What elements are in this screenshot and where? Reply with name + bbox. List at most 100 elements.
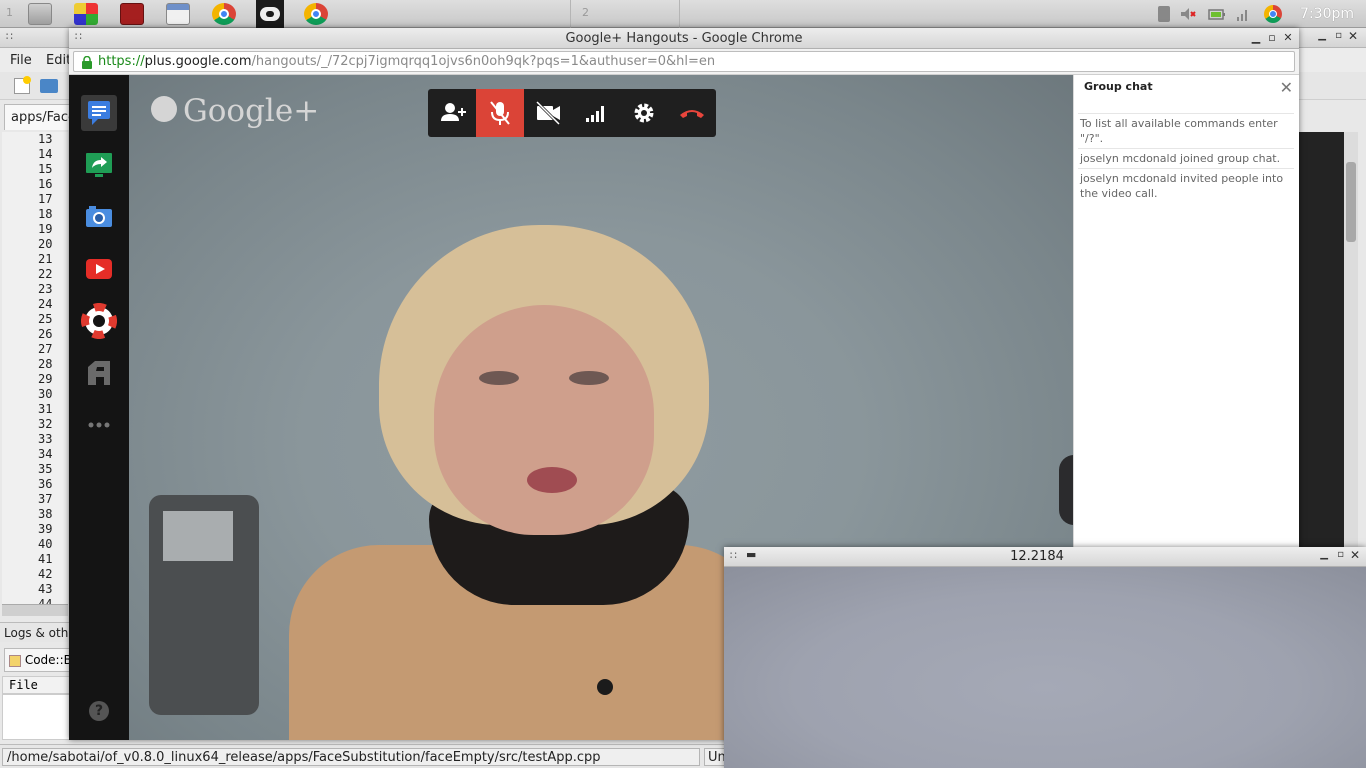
- new-file-icon[interactable]: [14, 76, 31, 94]
- line-number: 13: [38, 132, 53, 146]
- logs-tab-codeblocks[interactable]: Code::Blocks: [4, 648, 70, 672]
- logs-body: [2, 694, 70, 740]
- signal-icon[interactable]: [1236, 6, 1250, 22]
- open-folder-icon[interactable]: [40, 79, 58, 93]
- minimize-icon[interactable]: ▁: [1320, 549, 1328, 560]
- youtube-icon[interactable]: [81, 251, 117, 287]
- eye-right: [569, 371, 609, 385]
- ide-minimize-icon[interactable]: ▁: [1318, 30, 1326, 41]
- chat-message: joselyn mcdonald invited people into the…: [1078, 168, 1294, 203]
- line-number: 42: [38, 567, 53, 581]
- logs-tab-label: Code::Blocks: [24, 653, 69, 667]
- menu-file[interactable]: File: [10, 53, 32, 68]
- ide-statusbar: /home/sabotai/of_v0.8.0_linux64_release/…: [0, 744, 728, 768]
- minimize-icon[interactable]: ▁: [1249, 31, 1263, 45]
- camera-icon[interactable]: [81, 199, 117, 235]
- chat-icon[interactable]: [81, 95, 117, 131]
- bandwidth-icon[interactable]: [572, 89, 620, 137]
- maximize-icon[interactable]: ▫: [1265, 31, 1279, 45]
- line-number: 32: [38, 417, 53, 431]
- lock-icon: [82, 56, 92, 69]
- line-number: 29: [38, 372, 53, 386]
- line-number: 16: [38, 177, 53, 191]
- clock[interactable]: 7:30pm: [1300, 6, 1354, 22]
- line-number: 19: [38, 222, 53, 236]
- editor-hscrollbar[interactable]: [2, 604, 68, 616]
- help-button[interactable]: ?: [89, 701, 109, 721]
- chrome-tray-icon[interactable]: [1264, 5, 1282, 23]
- ide-close-icon[interactable]: ✕: [1348, 29, 1358, 43]
- color-app-icon[interactable]: [74, 3, 98, 25]
- line-number: 34: [38, 447, 53, 461]
- line-number: 27: [38, 342, 53, 356]
- camera-off-icon[interactable]: [524, 89, 572, 137]
- maximize-icon[interactable]: ▫: [1337, 549, 1344, 560]
- lifebuoy-icon[interactable]: [81, 303, 117, 339]
- scroll-thumb[interactable]: [1346, 162, 1356, 242]
- url-input[interactable]: https://plus.google.com/hangouts/_/72cpj…: [73, 51, 1295, 72]
- google-plus-logo: Google+: [151, 93, 319, 131]
- chrome-icon[interactable]: [212, 3, 236, 25]
- window-icon[interactable]: [166, 3, 190, 25]
- editor-right-area: [1298, 132, 1344, 602]
- line-number: 35: [38, 462, 53, 476]
- add-person-icon[interactable]: [428, 89, 476, 137]
- files-icon[interactable]: [28, 3, 52, 25]
- app-rail: ?: [69, 75, 129, 740]
- mic-muted-icon[interactable]: [476, 89, 524, 137]
- close-icon[interactable]: ✕: [1350, 548, 1360, 562]
- float-title: 12.2184: [1010, 549, 1064, 564]
- red-app-icon[interactable]: [120, 3, 144, 25]
- call-toolbar: [428, 89, 716, 137]
- chrome-icon-active[interactable]: [304, 3, 328, 25]
- line-number: 43: [38, 582, 53, 596]
- chat-close-icon[interactable]: ✕: [1280, 78, 1293, 97]
- logs-column-file[interactable]: File: [2, 676, 70, 694]
- workspace-1[interactable]: 1: [6, 6, 13, 19]
- editor-tab[interactable]: apps/FaceSubstitution: [4, 104, 72, 130]
- volume-muted-icon[interactable]: [1180, 6, 1196, 22]
- url-host: plus.google.com: [144, 54, 252, 69]
- editor-vscrollbar[interactable]: [1344, 132, 1358, 602]
- group-chat-panel: Group chat ✕ To list all available comma…: [1073, 75, 1299, 549]
- mouth: [527, 467, 577, 493]
- line-number: 17: [38, 192, 53, 206]
- float-titlebar[interactable]: ∷ ▬ 12.2184 ▁ ▫ ✕: [724, 547, 1366, 567]
- close-icon[interactable]: ✕: [1281, 31, 1295, 45]
- line-number: 33: [38, 432, 53, 446]
- screenshare-icon[interactable]: [81, 147, 117, 183]
- openframeworks-icon[interactable]: [256, 0, 284, 28]
- line-number-gutter: 13 14 15 16 17 18 19 20 21 22 23 24 25 26 27 28 29 30 31 32…: [2, 132, 68, 604]
- hangup-icon[interactable]: [668, 89, 716, 137]
- logs-panel-title: Logs & others: [0, 622, 70, 642]
- logo-text: Google+: [183, 93, 320, 129]
- eye-left: [479, 371, 519, 385]
- ide-maximize-icon[interactable]: ▫: [1335, 30, 1342, 41]
- battery-icon[interactable]: [1208, 6, 1226, 22]
- drag-handle-icon[interactable]: ∷: [6, 30, 13, 43]
- window-title: Google+ Hangouts - Google Chrome: [565, 31, 803, 46]
- line-number: 26: [38, 327, 53, 341]
- line-number: 31: [38, 402, 53, 416]
- workspace-separator: [570, 0, 680, 28]
- more-icon[interactable]: [81, 407, 117, 443]
- status-file-path: /home/sabotai/of_v0.8.0_linux64_release/…: [2, 748, 700, 766]
- menu-edit[interactable]: Edit: [46, 53, 71, 68]
- chrome-titlebar[interactable]: ∷ Google+ Hangouts - Google Chrome ▁ ▫ ✕: [69, 28, 1299, 49]
- wall-outlet: [163, 511, 233, 561]
- settings-icon[interactable]: [620, 89, 668, 137]
- chat-title: Group chat: [1084, 80, 1153, 93]
- line-number: 18: [38, 207, 53, 221]
- line-number: 28: [38, 357, 53, 371]
- app-a-icon[interactable]: [81, 355, 117, 391]
- line-number: 44: [38, 597, 53, 604]
- clipboard-icon[interactable]: [1158, 6, 1170, 22]
- face: [434, 305, 654, 535]
- edge-object: [1059, 455, 1073, 525]
- line-number: 30: [38, 387, 53, 401]
- floating-video-window: ∷ ▬ 12.2184 ▁ ▫ ✕: [724, 547, 1366, 768]
- line-number: 38: [38, 507, 53, 521]
- float-video-feed: [724, 567, 1366, 768]
- line-number: 22: [38, 267, 53, 281]
- line-number: 36: [38, 477, 53, 491]
